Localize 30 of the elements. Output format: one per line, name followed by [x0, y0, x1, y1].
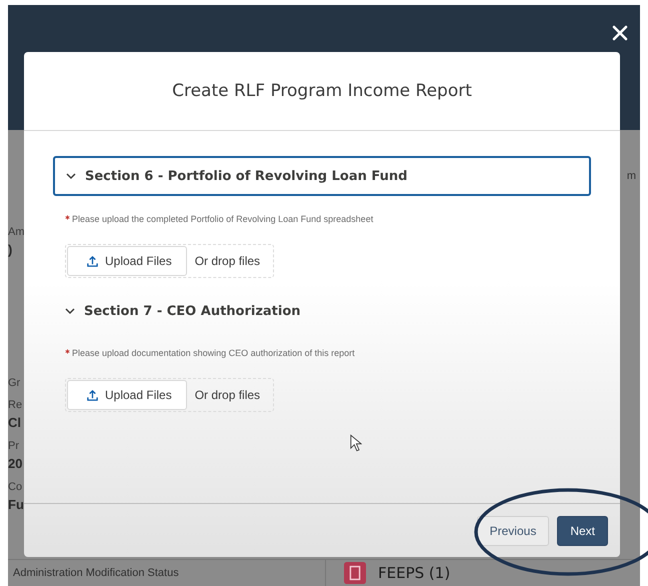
- instruction-text: Please upload documentation showing CEO authorization of this report: [72, 348, 355, 358]
- section-header[interactable]: Section 6 - Portfolio of Revolving Loan Fund: [53, 156, 591, 196]
- field-label: Pr: [8, 440, 20, 452]
- field-label: Administration Modification Status: [12, 567, 180, 579]
- field-label: Gr: [8, 377, 22, 389]
- modal-title: Create RLF Program Income Report: [172, 81, 472, 101]
- section-header[interactable]: Section 7 - CEO Authorization: [53, 292, 591, 330]
- upload-icon: [86, 388, 99, 402]
- field-value: Fu: [8, 497, 24, 512]
- column-header: m: [626, 170, 636, 182]
- previous-button[interactable]: Previous: [476, 516, 550, 546]
- list-icon: [344, 562, 366, 584]
- field-value: ): [8, 242, 14, 257]
- upload-files-button[interactable]: Upload Files: [67, 246, 187, 276]
- next-button[interactable]: Next: [557, 516, 608, 546]
- related-list-title[interactable]: FEEPS (1): [378, 564, 450, 582]
- field-label: Am: [8, 226, 24, 238]
- field-value: Cl: [8, 415, 22, 430]
- upload-icon: [86, 254, 99, 268]
- instruction-text: Please upload the completed Portfolio of Revolving Loan Fund spreadsheet: [72, 214, 374, 224]
- file-drop-zone[interactable]: Upload Files Or drop files: [65, 378, 274, 412]
- close-icon[interactable]: [612, 25, 628, 41]
- field-label: Co: [8, 481, 24, 493]
- field-label: Re: [8, 399, 24, 411]
- drop-hint: Or drop files: [194, 254, 262, 268]
- cursor-icon: [350, 434, 362, 452]
- upload-files-button[interactable]: Upload Files: [67, 380, 187, 410]
- file-drop-zone[interactable]: Upload Files Or drop files: [65, 244, 274, 278]
- drop-hint: Or drop files: [194, 388, 262, 402]
- field-value: 20: [8, 456, 24, 471]
